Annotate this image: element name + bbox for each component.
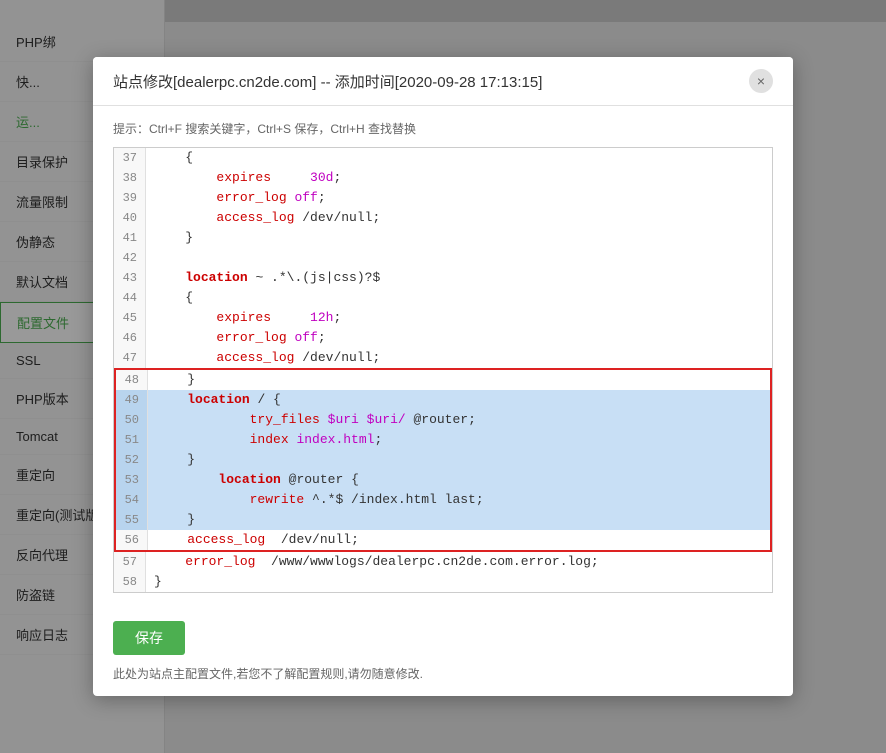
modal-overlay: 站点修改[dealerpc.cn2de.com] -- 添加时间[2020-09… — [0, 0, 886, 753]
code-line-57: 57 error_log /www/wwwlogs/dealerpc.cn2de… — [114, 552, 772, 572]
code-line-39: 39 error_log off; — [114, 188, 772, 208]
code-line-43: 43 location ~ .*\.(js|css)?$ — [114, 268, 772, 288]
code-line-52: 52 } — [114, 450, 772, 470]
modal-header: 站点修改[dealerpc.cn2de.com] -- 添加时间[2020-09… — [93, 57, 793, 106]
code-line-48: 48 } — [114, 368, 772, 390]
code-line-42: 42 — [114, 248, 772, 268]
code-line-51: 51 index index.html; — [114, 430, 772, 450]
code-line-37: 37 { — [114, 148, 772, 168]
modal-dialog: 站点修改[dealerpc.cn2de.com] -- 添加时间[2020-09… — [93, 57, 793, 696]
code-line-56: 56 access_log /dev/null; — [114, 530, 772, 552]
footer-hint: 此处为站点主配置文件,若您不了解配置规则,请勿随意修改. — [113, 665, 773, 682]
code-line-46: 46 error_log off; — [114, 328, 772, 348]
code-line-41: 41 } — [114, 228, 772, 248]
code-line-44: 44 { — [114, 288, 772, 308]
code-line-45: 45 expires 12h; — [114, 308, 772, 328]
hint-text: 提示：Ctrl+F 搜索关键字，Ctrl+S 保存，Ctrl+H 查找替换 — [113, 120, 773, 137]
code-line-55: 55 } — [114, 510, 772, 530]
modal-title: 站点修改[dealerpc.cn2de.com] -- 添加时间[2020-09… — [113, 71, 542, 92]
code-editor[interactable]: 37 { 38 expires 30d; 39 error_log off; — [113, 147, 773, 593]
modal-close-button[interactable]: × — [749, 69, 773, 93]
save-button[interactable]: 保存 — [113, 621, 185, 655]
code-line-38: 38 expires 30d; — [114, 168, 772, 188]
code-line-58: 58 } — [114, 572, 772, 592]
code-line-54: 54 rewrite ^.*$ /index.html last; — [114, 490, 772, 510]
code-line-53: 53 location @router { — [114, 470, 772, 490]
modal-body: 提示：Ctrl+F 搜索关键字，Ctrl+S 保存，Ctrl+H 查找替换 37… — [93, 106, 793, 696]
code-line-50: 50 try_files $uri $uri/ @router; — [114, 410, 772, 430]
code-line-47: 47 access_log /dev/null; — [114, 348, 772, 368]
code-line-40: 40 access_log /dev/null; — [114, 208, 772, 228]
code-line-49: 49 location / { — [114, 390, 772, 410]
